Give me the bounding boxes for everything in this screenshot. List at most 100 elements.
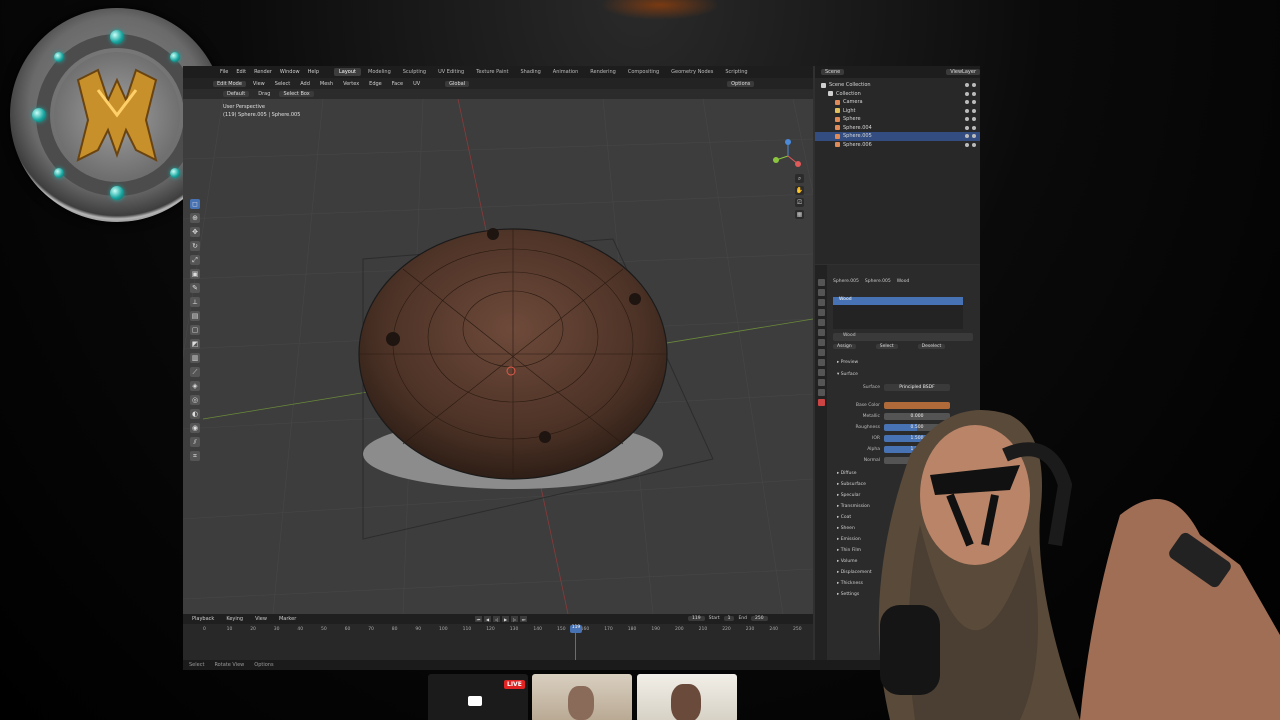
eye-icon[interactable] — [965, 108, 969, 113]
camera-icon[interactable] — [972, 142, 976, 147]
rotate-tool-icon[interactable]: ↻ — [190, 241, 200, 251]
modifier-tab-icon[interactable] — [817, 349, 825, 356]
orientation-dropdown[interactable]: Default — [223, 91, 250, 97]
workspace-tab-geometry-nodes[interactable]: Geometry Nodes — [666, 68, 718, 76]
knife-tool-icon[interactable]: ⟋ — [190, 367, 200, 377]
particles-tab-icon[interactable] — [817, 359, 825, 366]
prev-key-icon[interactable]: ◀ — [484, 616, 491, 622]
select-box-tool-icon[interactable]: ◻ — [190, 199, 200, 209]
start-frame-field[interactable]: 1 — [723, 616, 735, 621]
menu-vertex[interactable]: Vertex — [340, 81, 362, 87]
mode-selector[interactable]: Edit Mode — [213, 80, 246, 87]
shear-tool-icon[interactable]: ⫽ — [190, 437, 200, 447]
outliner-row[interactable]: Sphere — [815, 115, 980, 124]
workspace-tab-layout[interactable]: Layout — [334, 68, 361, 76]
end-frame-field[interactable]: 250 — [751, 616, 768, 621]
outliner-row[interactable]: Sphere.004 — [815, 124, 980, 133]
menu-add[interactable]: Add — [297, 81, 313, 87]
thumb-screen[interactable]: LIVE — [428, 674, 528, 720]
inset-tool-icon[interactable]: ▢ — [190, 325, 200, 335]
material-datablock[interactable]: Wood — [833, 333, 973, 341]
move-tool-icon[interactable]: ✥ — [190, 227, 200, 237]
spin-tool-icon[interactable]: ◎ — [190, 395, 200, 405]
zoom-icon[interactable]: ⌕ — [795, 174, 804, 183]
hand-pan-icon[interactable]: ✋ — [795, 186, 804, 195]
annotate-tool-icon[interactable]: ✎ — [190, 283, 200, 293]
scale-tool-icon[interactable]: ⤢ — [190, 255, 200, 265]
surface-shader-dropdown[interactable]: Principled BSDF — [884, 384, 950, 391]
camera-icon[interactable] — [972, 91, 976, 96]
camera-icon[interactable] — [972, 134, 976, 139]
workspace-tab-compositing[interactable]: Compositing — [623, 68, 664, 76]
thumb-camera-1[interactable] — [532, 674, 632, 720]
outliner-row[interactable]: Sphere.006 — [815, 141, 980, 150]
workspace-tab-modeling[interactable]: Modeling — [363, 68, 396, 76]
options-dropdown[interactable]: Options — [727, 80, 755, 87]
menu-render[interactable]: Render — [251, 69, 275, 75]
object-tab-icon[interactable] — [817, 339, 825, 346]
timeline-menu-view[interactable]: View — [252, 616, 270, 622]
output-tab-icon[interactable] — [817, 299, 825, 306]
camera-icon[interactable] — [972, 125, 976, 130]
workspace-tab-sculpting[interactable]: Sculpting — [398, 68, 431, 76]
poly-build-tool-icon[interactable]: ◈ — [190, 381, 200, 391]
timeline-menu-keying[interactable]: Keying — [223, 616, 246, 622]
scene-selector[interactable]: Scene — [821, 69, 845, 75]
play-reverse-icon[interactable]: ◁ — [493, 616, 500, 622]
menu-select[interactable]: Select — [272, 81, 293, 87]
view-layer-tab-icon[interactable] — [817, 309, 825, 316]
menu-file[interactable]: File — [217, 69, 231, 75]
eye-icon[interactable] — [965, 142, 969, 147]
menu-edit[interactable]: Edit — [233, 69, 249, 75]
playhead-marker[interactable]: 119 — [570, 625, 582, 633]
workspace-tab-animation[interactable]: Animation — [548, 68, 584, 76]
workspace-tab-scripting[interactable]: Scripting — [720, 68, 752, 76]
assign-button[interactable]: Assign — [833, 344, 856, 349]
timeline-menu-playback[interactable]: Playback — [189, 616, 217, 622]
workspace-tab-uv-editing[interactable]: UV Editing — [433, 68, 469, 76]
select-box-dropdown[interactable]: Select Box — [279, 91, 314, 97]
outliner-row[interactable]: Light — [815, 107, 980, 116]
next-key-icon[interactable]: ▷ — [511, 616, 518, 622]
material-slot-list[interactable]: Wood — [833, 297, 963, 329]
outliner-row[interactable]: Collection — [815, 90, 980, 99]
smooth-tool-icon[interactable]: ◐ — [190, 409, 200, 419]
scene-tab-icon[interactable] — [817, 319, 825, 326]
camera-icon[interactable] — [972, 100, 976, 105]
shrink-tool-icon[interactable]: ◉ — [190, 423, 200, 433]
constraints-tab-icon[interactable] — [817, 379, 825, 386]
thumb-camera-2[interactable] — [637, 674, 737, 720]
view-layer-selector[interactable]: ViewLayer — [946, 69, 980, 75]
grid-view-icon[interactable]: ▦ — [795, 210, 804, 219]
menu-help[interactable]: Help — [305, 69, 322, 75]
menu-face[interactable]: Face — [389, 81, 406, 87]
outliner-row[interactable]: Camera — [815, 98, 980, 107]
workspace-tab-shading[interactable]: Shading — [515, 68, 545, 76]
camera-view-icon[interactable]: ⎚ — [795, 198, 804, 207]
eye-icon[interactable] — [965, 91, 969, 96]
eye-icon[interactable] — [965, 117, 969, 122]
eye-icon[interactable] — [965, 100, 969, 105]
transform-tool-icon[interactable]: ▣ — [190, 269, 200, 279]
select-button[interactable]: Select — [875, 344, 898, 349]
timeline-ruler[interactable]: 0 10 20 30 40 50 60 70 80 90 100 110 120 130 140 150 160… — [183, 626, 813, 634]
rip-tool-icon[interactable]: ⌗ — [190, 451, 200, 461]
world-tab-icon[interactable] — [817, 329, 825, 336]
workspace-tab-rendering[interactable]: Rendering — [585, 68, 621, 76]
camera-icon[interactable] — [972, 117, 976, 122]
camera-icon[interactable] — [972, 108, 976, 113]
workspace-tab-texture-paint[interactable]: Texture Paint — [471, 68, 513, 76]
loop-cut-tool-icon[interactable]: ▥ — [190, 353, 200, 363]
physics-tab-icon[interactable] — [817, 369, 825, 376]
eye-icon[interactable] — [965, 134, 969, 139]
eye-icon[interactable] — [965, 83, 969, 88]
measure-tool-icon[interactable]: ⟂ — [190, 297, 200, 307]
tool-tab-icon[interactable] — [817, 279, 825, 286]
material-slot-selected[interactable]: Wood — [833, 297, 963, 305]
play-icon[interactable]: ▶ — [502, 616, 509, 622]
transform-orientation-dropdown[interactable]: Global — [445, 80, 470, 87]
navigation-gizmo[interactable] — [771, 139, 805, 173]
outliner-row[interactable]: Sphere.005 — [815, 132, 980, 141]
eye-icon[interactable] — [965, 125, 969, 130]
jump-end-icon[interactable]: ⏭ — [520, 616, 527, 622]
